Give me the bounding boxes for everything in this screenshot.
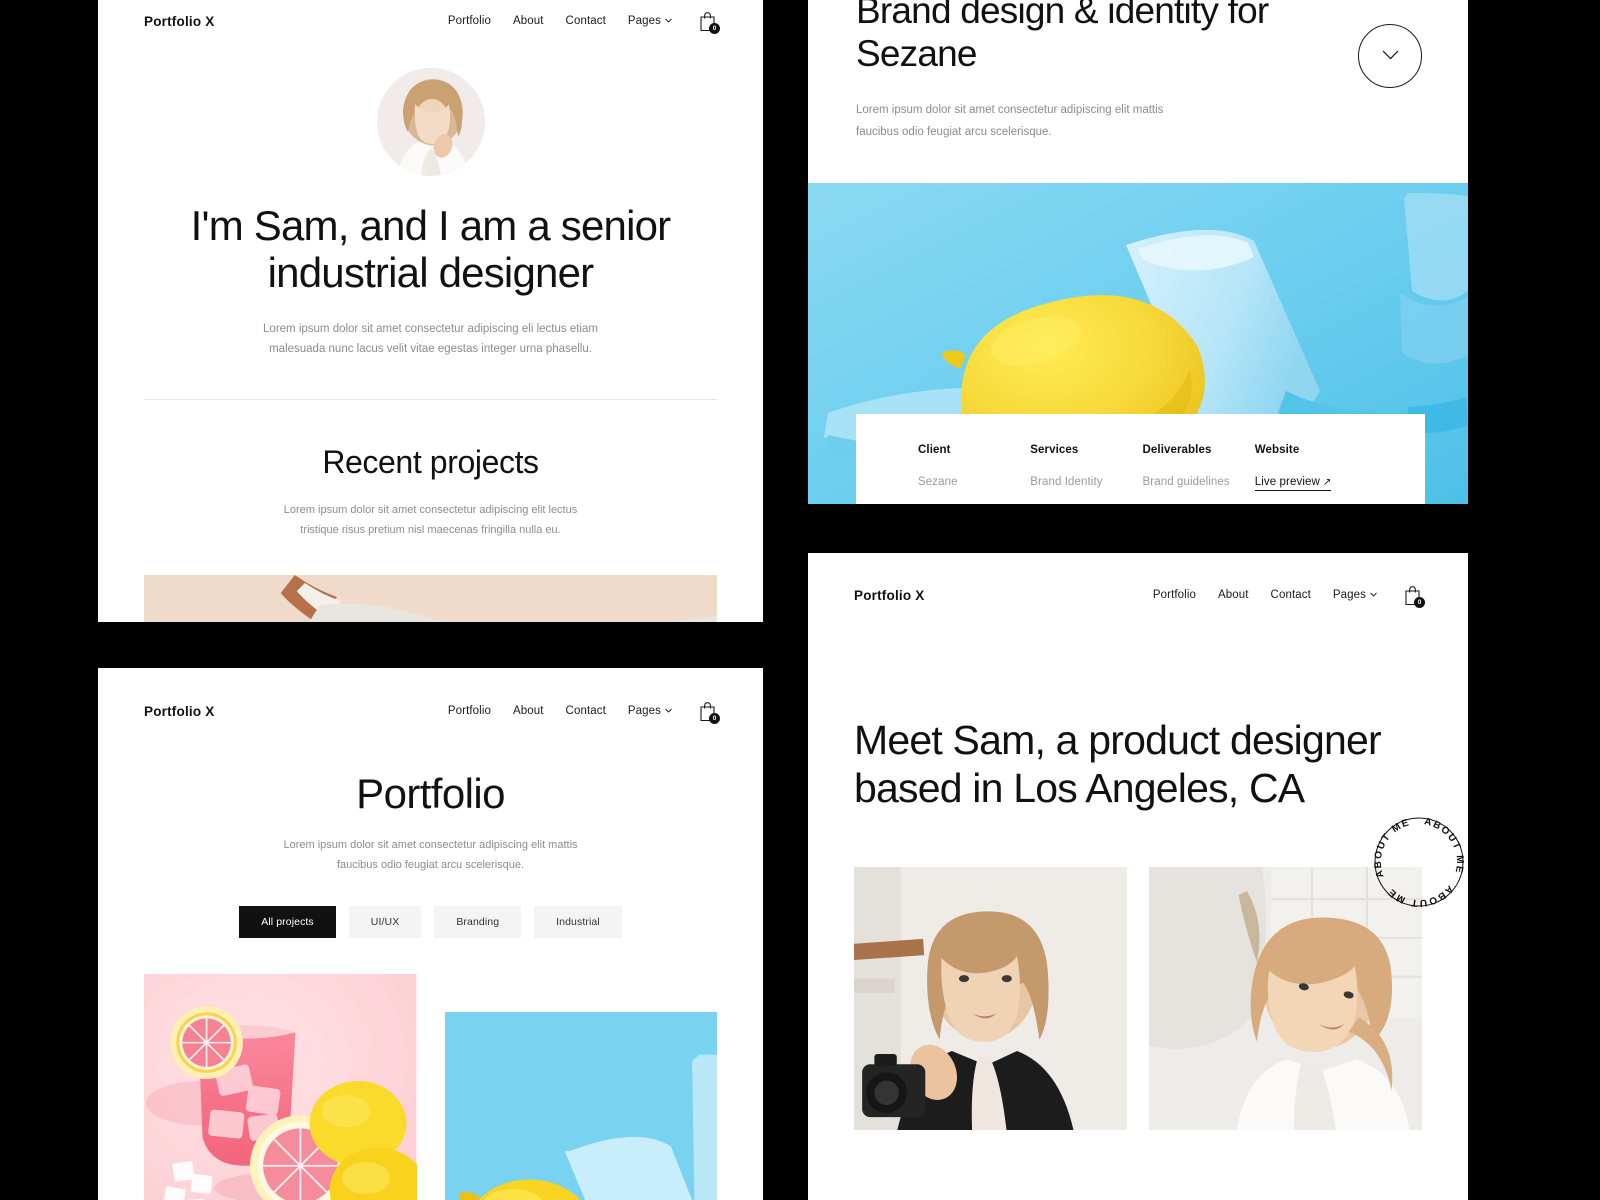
page-title: I'm Sam, and I am a senior industrial de… [190, 202, 672, 297]
avatar [376, 68, 485, 176]
info-col-deliverables: Deliverables Brand guidelines [1143, 444, 1255, 491]
chevron-down-icon [665, 18, 672, 25]
panel-about: Portfolio X Portfolio About Contact Page… [808, 553, 1468, 1200]
nav-link-pages[interactable]: Pages [628, 705, 672, 717]
shopping-bag-icon[interactable]: 0 [698, 11, 720, 34]
arrow-up-right-icon: ↗ [1322, 476, 1332, 488]
info-col-website: Website Live preview ↗ [1254, 443, 1367, 491]
brand-logo[interactable]: Portfolio X [144, 704, 214, 719]
filter-branding[interactable]: Branding [434, 905, 522, 938]
nav-link-pages[interactable]: Pages [628, 15, 672, 27]
divider [144, 399, 717, 401]
scroll-down-button[interactable] [1358, 24, 1422, 88]
filter-all-projects[interactable]: All projects [239, 905, 336, 938]
portfolio-card[interactable] [444, 1011, 717, 1200]
panel-case-study: Brand design & identity for Sezane Lorem… [808, 0, 1468, 504]
nav-link-contact[interactable]: Contact [566, 15, 606, 27]
filter-industrial[interactable]: Industrial [534, 905, 622, 938]
nav-link-contact[interactable]: Contact [566, 705, 606, 717]
recent-project-image[interactable] [144, 574, 717, 622]
section-subtitle-recent-projects: Lorem ipsum dolor sit amet consectetur a… [283, 504, 578, 536]
portfolio-subtitle: Lorem ipsum dolor sit amet consectetur a… [283, 839, 578, 871]
info-heading: Services [1030, 443, 1079, 456]
info-value: Brand Identity [1030, 475, 1103, 488]
section-title-recent-projects: Recent projects [322, 444, 539, 481]
nav-link-portfolio[interactable]: Portfolio [448, 705, 491, 717]
panel-home: Portfolio X Portfolio About Contact Page… [98, 0, 763, 622]
case-study-subtitle: Lorem ipsum dolor sit amet consectetur a… [856, 103, 1164, 138]
hero-subtitle: Lorem ipsum dolor sit amet consectetur a… [263, 322, 598, 356]
live-preview-label: Live preview [1254, 475, 1320, 488]
nav-link-pages-label: Pages [627, 15, 661, 27]
case-study-photo: Client Sezane Services Brand Identity De… [808, 182, 1468, 504]
case-study-title: Brand design & identity for Sezane [856, 0, 1269, 74]
cart-count-badge: 0 [1414, 596, 1425, 608]
info-heading: Client [918, 443, 951, 456]
live-preview-link[interactable]: Live preview ↗ [1254, 475, 1332, 491]
navbar-portfolio: Portfolio X Portfolio About Contact Page… [98, 668, 763, 738]
stamp-text: ABOUT ME ABOUT ME ABOUT ME [1368, 805, 1464, 908]
about-me-stamp[interactable]: ABOUT ME ABOUT ME ABOUT ME [1368, 805, 1468, 911]
page-title: Meet Sam, a product designer based in Lo… [854, 717, 1382, 811]
filter-uiux[interactable]: UI/UX [348, 905, 422, 938]
brand-logo[interactable]: Portfolio X [854, 588, 924, 603]
chevron-down-icon [1382, 47, 1399, 65]
brand-logo[interactable]: Portfolio X [144, 14, 214, 29]
info-col-client: Client Sezane [918, 444, 1030, 491]
chevron-down-icon [665, 708, 672, 715]
nav-links: Portfolio About Contact Pages 0 [448, 701, 720, 724]
case-study-header: Brand design & identity for Sezane Lorem… [808, 0, 1468, 144]
nav-links: Portfolio About Contact Pages 0 [1153, 585, 1425, 608]
navbar-home: Portfolio X Portfolio About Contact Page… [98, 0, 763, 42]
portfolio-card[interactable] [144, 973, 417, 1200]
about-photo [854, 866, 1127, 1130]
filter-group: All projects UI/UX Branding Industrial [98, 905, 763, 938]
nav-link-about[interactable]: About [513, 705, 544, 717]
panel-portfolio: Portfolio X Portfolio About Contact Page… [98, 668, 763, 1200]
cart-count-badge: 0 [709, 22, 720, 34]
shopping-bag-icon[interactable]: 0 [698, 701, 720, 724]
svg-text:ABOUT ME ABOUT ME ABOUT ME: ABOUT ME ABOUT ME ABOUT ME [1370, 813, 1465, 908]
nav-link-about[interactable]: About [513, 15, 544, 27]
info-heading: Deliverables [1142, 443, 1212, 456]
nav-link-about[interactable]: About [1218, 589, 1249, 601]
nav-link-pages[interactable]: Pages [1333, 589, 1377, 601]
cart-count-badge: 0 [709, 712, 720, 724]
info-value: Sezane [918, 475, 958, 488]
nav-link-pages-label: Pages [1332, 589, 1366, 601]
about-photo-grid: ABOUT ME ABOUT ME ABOUT ME [854, 805, 1464, 1130]
nav-link-portfolio[interactable]: Portfolio [1153, 589, 1196, 601]
navbar-about: Portfolio X Portfolio About Contact Page… [808, 553, 1468, 623]
page-title: Portfolio [356, 770, 505, 817]
info-value: Brand guidelines [1142, 475, 1230, 488]
portfolio-grid [144, 973, 717, 1200]
project-info-card: Client Sezane Services Brand Identity De… [856, 413, 1425, 504]
info-heading: Website [1254, 443, 1300, 456]
chevron-down-icon [1370, 592, 1377, 599]
nav-link-pages-label: Pages [627, 705, 661, 717]
nav-link-contact[interactable]: Contact [1271, 589, 1311, 601]
nav-link-portfolio[interactable]: Portfolio [448, 15, 491, 27]
info-col-services: Services Brand Identity [1030, 444, 1142, 491]
shopping-bag-icon[interactable]: 0 [1403, 585, 1425, 608]
nav-links: Portfolio About Contact Pages 0 [448, 11, 720, 34]
screenshot-stage: Portfolio X Portfolio About Contact Page… [0, 0, 1600, 1200]
